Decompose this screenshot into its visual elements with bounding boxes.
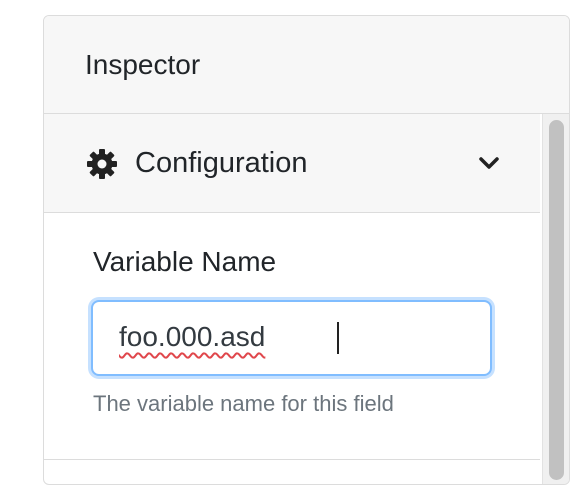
inspector-panel: Inspector Configuration Variable Name fo…	[43, 15, 570, 485]
chevron-down-icon[interactable]	[478, 154, 500, 172]
text-caret	[337, 322, 339, 354]
gear-icon	[87, 149, 117, 179]
inspector-header: Inspector	[44, 16, 569, 114]
inspector-scroll-area: Configuration Variable Name foo.000.asd …	[44, 114, 569, 484]
configuration-section-title: Configuration	[135, 147, 308, 179]
scrollbar-thumb[interactable]	[549, 120, 564, 480]
variable-name-input[interactable]: foo.000.asd	[91, 300, 492, 376]
variable-name-label: Variable Name	[93, 246, 277, 277]
inspector-title: Inspector	[85, 49, 201, 80]
scrollbar-track[interactable]	[542, 114, 569, 484]
variable-name-help: The variable name for this field	[93, 391, 394, 416]
configuration-section-header[interactable]: Configuration	[44, 114, 540, 213]
variable-name-value[interactable]: foo.000.asd	[119, 320, 265, 354]
section-divider	[44, 459, 540, 460]
